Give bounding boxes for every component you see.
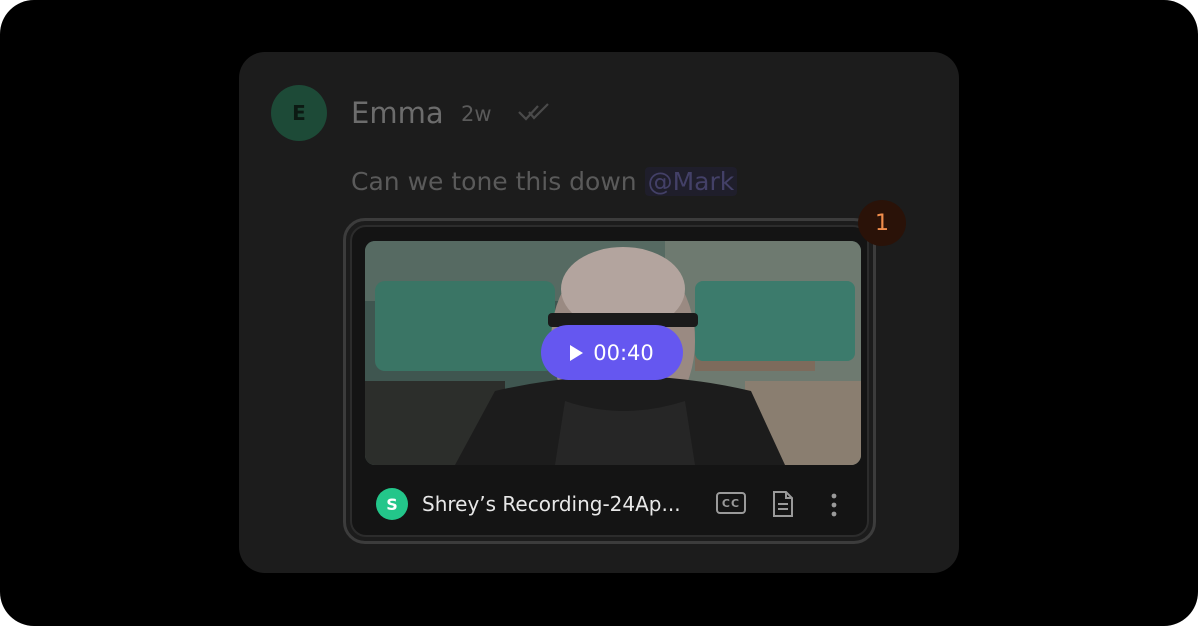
- transcript-icon[interactable]: [772, 490, 794, 518]
- more-icon[interactable]: [826, 491, 842, 519]
- video-footer: S Shrey’s Recording-24Ap... CC: [376, 487, 846, 521]
- message-text: Can we tone this down @Mark: [351, 165, 738, 199]
- author-name: Emma: [351, 96, 444, 130]
- cc-icon[interactable]: CC: [716, 492, 746, 514]
- play-icon: [570, 344, 584, 361]
- mention-link[interactable]: @Mark: [644, 167, 738, 196]
- timestamp: 2w: [461, 102, 492, 126]
- app-frame: E Emma 2w Can we tone this down @Mark 00…: [0, 0, 1198, 626]
- video-duration: 00:40: [593, 340, 654, 365]
- owner-avatar: S: [376, 488, 408, 520]
- video-title[interactable]: Shrey’s Recording-24Ap...: [422, 491, 690, 517]
- step-badge: 1: [858, 200, 906, 246]
- author-avatar: E: [271, 85, 327, 141]
- play-button[interactable]: 00:40: [541, 325, 683, 380]
- read-receipt-icon: [518, 103, 549, 121]
- message-body: Can we tone this down: [351, 167, 637, 196]
